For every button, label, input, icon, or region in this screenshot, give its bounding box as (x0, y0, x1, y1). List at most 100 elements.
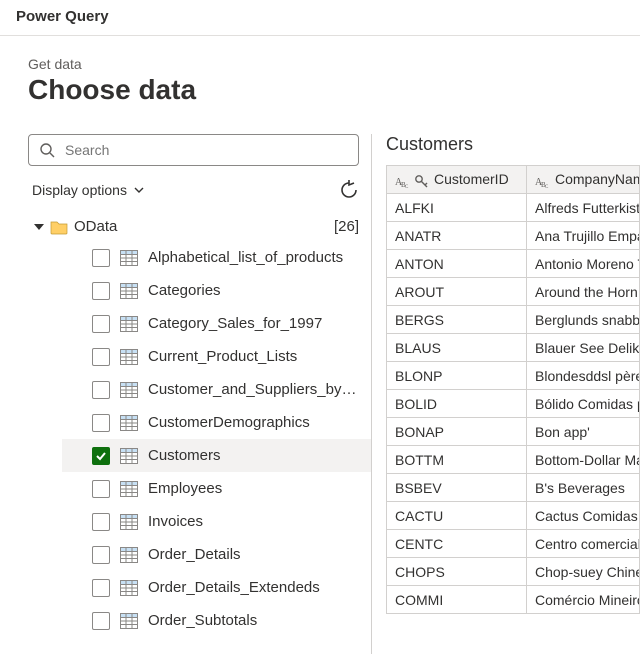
table-icon (120, 448, 138, 464)
navigator-tree: OData [26] Alphabetical_list_of_products… (28, 208, 371, 637)
checkbox[interactable] (92, 546, 110, 564)
table-row[interactable]: BLONPBlondesddsl père e (387, 362, 640, 390)
table-cell: BOLID (387, 390, 527, 418)
preview-title: Customers (386, 134, 640, 155)
tree-item-label: Order_Details (148, 546, 241, 563)
refresh-icon[interactable] (339, 180, 359, 200)
page-subtitle: Get data (28, 56, 640, 72)
checkbox[interactable] (92, 348, 110, 366)
tree-item[interactable]: CustomerDemographics (62, 406, 371, 439)
display-options-label: Display options (32, 182, 127, 198)
checkbox[interactable] (92, 447, 110, 465)
folder-label: OData (74, 218, 328, 235)
table-cell: Blauer See Delikate (527, 334, 640, 362)
table-icon (120, 316, 138, 332)
tree-item-label: Order_Subtotals (148, 612, 257, 629)
tree-item[interactable]: Order_Details_Extendeds (62, 571, 371, 604)
table-cell: CHOPS (387, 558, 527, 586)
window-title: Power Query (0, 0, 640, 36)
checkbox[interactable] (92, 249, 110, 267)
preview-table: CustomerID CompanyName ALFKIAlfreds Futte… (386, 165, 640, 614)
table-icon (120, 547, 138, 563)
text-type-icon (535, 174, 551, 188)
caret-down-icon (34, 222, 44, 232)
table-row[interactable]: ALFKIAlfreds Futterkiste (387, 194, 640, 222)
column-name: CustomerID (434, 171, 509, 187)
tree-item-label: Alphabetical_list_of_products (148, 249, 343, 266)
table-cell: Antonio Moreno Ta (527, 250, 640, 278)
tree-item[interactable]: Invoices (62, 505, 371, 538)
tree-item[interactable]: Employees (62, 472, 371, 505)
table-row[interactable]: BOLIDBólido Comidas pre (387, 390, 640, 418)
tree-item-label: Customers (148, 447, 221, 464)
table-row[interactable]: BLAUSBlauer See Delikate (387, 334, 640, 362)
table-row[interactable]: ANATRAna Trujillo Empare (387, 222, 640, 250)
table-row[interactable]: COMMIComércio Mineiro (387, 586, 640, 614)
table-cell: Cactus Comidas pa (527, 502, 640, 530)
tree-item-label: Category_Sales_for_1997 (148, 315, 322, 332)
tree-item[interactable]: Customer_and_Suppliers_by_… (62, 373, 371, 406)
table-row[interactable]: BONAPBon app' (387, 418, 640, 446)
tree-item-label: Order_Details_Extendeds (148, 579, 320, 596)
table-cell: Bon app' (527, 418, 640, 446)
tree-item[interactable]: Alphabetical_list_of_products (62, 241, 371, 274)
table-row[interactable]: ANTONAntonio Moreno Ta (387, 250, 640, 278)
table-icon (120, 349, 138, 365)
table-cell: BERGS (387, 306, 527, 334)
tree-item[interactable]: Categories (62, 274, 371, 307)
table-icon (120, 415, 138, 431)
tree-folder-odata[interactable]: OData [26] (28, 212, 371, 241)
table-row[interactable]: CENTCCentro comercial M (387, 530, 640, 558)
chevron-down-icon (133, 184, 145, 196)
check-icon (95, 450, 107, 462)
tree-item[interactable]: Order_Subtotals (62, 604, 371, 637)
folder-icon (50, 219, 68, 235)
checkbox[interactable] (92, 513, 110, 531)
tree-item[interactable]: Category_Sales_for_1997 (62, 307, 371, 340)
column-header[interactable]: CustomerID (387, 166, 527, 194)
tree-item[interactable]: Current_Product_Lists (62, 340, 371, 373)
tree-item-label: Invoices (148, 513, 203, 530)
table-icon (120, 514, 138, 530)
checkbox[interactable] (92, 612, 110, 630)
tree-item-label: Customer_and_Suppliers_by_… (148, 381, 363, 398)
table-cell: BONAP (387, 418, 527, 446)
tree-item-label: Current_Product_Lists (148, 348, 297, 365)
table-cell: Ana Trujillo Empare (527, 222, 640, 250)
checkbox[interactable] (92, 315, 110, 333)
tree-item[interactable]: Order_Details (62, 538, 371, 571)
table-cell: Comércio Mineiro (527, 586, 640, 614)
table-cell: B's Beverages (527, 474, 640, 502)
display-options-dropdown[interactable]: Display options (32, 182, 145, 198)
table-row[interactable]: BOTTMBottom-Dollar Mar (387, 446, 640, 474)
column-name: CompanyName (555, 171, 640, 187)
table-icon (120, 613, 138, 629)
table-row[interactable]: CACTUCactus Comidas pa (387, 502, 640, 530)
table-row[interactable]: BSBEVB's Beverages (387, 474, 640, 502)
text-type-icon (395, 174, 411, 188)
checkbox[interactable] (92, 381, 110, 399)
table-cell: Bottom-Dollar Mar (527, 446, 640, 474)
checkbox[interactable] (92, 579, 110, 597)
column-header[interactable]: CompanyName (527, 166, 640, 194)
table-icon (120, 382, 138, 398)
table-cell: CACTU (387, 502, 527, 530)
checkbox[interactable] (92, 414, 110, 432)
search-box[interactable] (28, 134, 359, 166)
key-icon (414, 174, 430, 188)
table-row[interactable]: CHOPSChop-suey Chinese (387, 558, 640, 586)
table-cell: ALFKI (387, 194, 527, 222)
checkbox[interactable] (92, 480, 110, 498)
table-row[interactable]: AROUTAround the Horn (387, 278, 640, 306)
checkbox[interactable] (92, 282, 110, 300)
table-cell: BLAUS (387, 334, 527, 362)
search-input[interactable] (63, 141, 348, 159)
table-icon (120, 250, 138, 266)
table-icon (120, 580, 138, 596)
tree-item-label: Employees (148, 480, 222, 497)
table-cell: Berglunds snabbkö (527, 306, 640, 334)
tree-item[interactable]: Customers (62, 439, 371, 472)
table-row[interactable]: BERGSBerglunds snabbkö (387, 306, 640, 334)
table-cell: Centro comercial M (527, 530, 640, 558)
table-cell: Around the Horn (527, 278, 640, 306)
